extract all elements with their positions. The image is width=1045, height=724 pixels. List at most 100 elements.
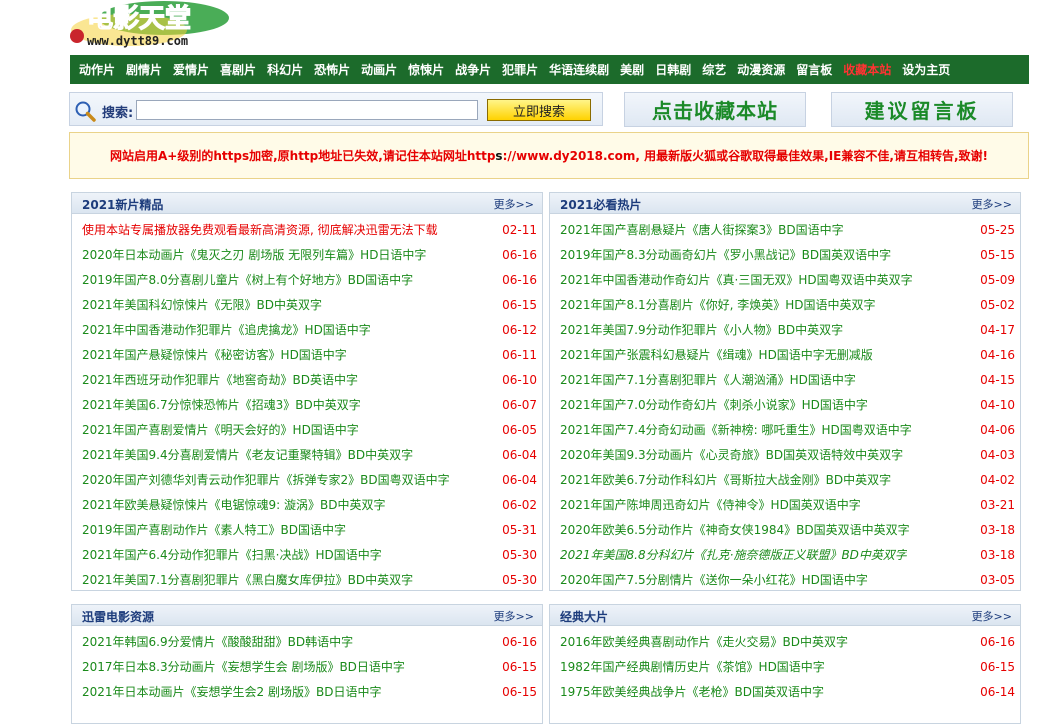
list-item: 2021年美国7.1分喜剧犯罪片《黑白魔女库伊拉》BD中英双字 05-30 xyxy=(72,567,542,592)
nav-action[interactable]: 动作片 xyxy=(79,61,115,78)
movie-title-link[interactable]: 2021年中国香港动作犯罪片《追虎擒龙》HD国语中字 xyxy=(82,321,371,338)
list-item: 2021年美国7.9分动作犯罪片《小人物》BD中英双字 04-17 xyxy=(550,317,1020,342)
movie-title-link[interactable]: 2021年美国8.8分科幻片《扎克·施奈德版正义联盟》BD中英双字 xyxy=(560,546,907,563)
list-item: 1975年欧美经典战争片《老枪》BD国英双语中字 06-14 xyxy=(550,679,1020,704)
movie-title-link[interactable]: 2019年国产喜剧动作片《素人特工》BD国语中字 xyxy=(82,521,346,538)
movie-title-link[interactable]: 2021年国产张震科幻悬疑片《缉魂》HD国语中字无删减版 xyxy=(560,346,873,363)
bookmark-button[interactable]: 点击收藏本站 xyxy=(624,92,806,127)
list-item: 2021年西班牙动作犯罪片《地窖奇劫》BD英语中字 06-10 xyxy=(72,367,542,392)
movie-list: 2021年国产喜剧悬疑片《唐人街探案3》BD国语中字 05-25 2019年国产8.… xyxy=(550,214,1020,592)
nav-war[interactable]: 战争片 xyxy=(455,61,491,78)
site-logo[interactable]: 电影天堂 www.dytt89.com xyxy=(69,0,229,50)
nav-us-series[interactable]: 美剧 xyxy=(620,61,644,78)
search-input[interactable] xyxy=(136,100,478,120)
movie-date: 05-30 xyxy=(502,572,537,587)
nav-drama[interactable]: 剧情片 xyxy=(126,61,162,78)
movie-title-link[interactable]: 2021年欧美悬疑惊悚片《电锯惊魂9: 漩涡》BD中英双字 xyxy=(82,496,386,513)
nav-guestbook[interactable]: 留言板 xyxy=(796,61,832,78)
movie-title-link[interactable]: 2020年日本动画片《鬼灭之刃 剧场版 无限列车篇》HD日语中字 xyxy=(82,246,426,263)
movie-title-link[interactable]: 2019年国产8.3分动画奇幻片《罗小黑战记》BD国英双语中字 xyxy=(560,246,891,263)
movie-title-link[interactable]: 2021年国产7.1分喜剧犯罪片《人潮汹涌》HD国语中字 xyxy=(560,371,856,388)
movie-title-link[interactable]: 2021年美国9.4分喜剧爱情片《老友记重聚特辑》BD中英双字 xyxy=(82,446,413,463)
movie-list: 2021年韩国6.9分爱情片《酸酸甜甜》BD韩语中字 06-16 2017年日本8.… xyxy=(72,626,542,704)
list-item: 2021年国产7.4分奇幻动画《新神榜: 哪吒重生》HD国粤双语中字 04-06 xyxy=(550,417,1020,442)
movie-title-link[interactable]: 2021年西班牙动作犯罪片《地窖奇劫》BD英语中字 xyxy=(82,371,358,388)
movie-title-link[interactable]: 2021年美国7.1分喜剧犯罪片《黑白魔女库伊拉》BD中英双字 xyxy=(82,571,413,588)
list-item: 2021年国产喜剧悬疑片《唐人街探案3》BD国语中字 05-25 xyxy=(550,217,1020,242)
movie-title-link[interactable]: 2021年中国香港动作奇幻片《真·三国无双》HD国粤双语中英双字 xyxy=(560,271,913,288)
movie-title-link[interactable]: 2021年国产陈坤周迅奇幻片《侍神令》HD国英双语中字 xyxy=(560,496,861,513)
search-button[interactable]: 立即搜索 xyxy=(487,99,591,121)
list-item: 2021年欧美悬疑惊悚片《电锯惊魂9: 漩涡》BD中英双字 06-02 xyxy=(72,492,542,517)
movie-title-link[interactable]: 2021年欧美6.7分动作科幻片《哥斯拉大战金刚》BD中英双字 xyxy=(560,471,891,488)
movie-date: 06-04 xyxy=(502,472,537,487)
guestbook-button[interactable]: 建议留言板 xyxy=(831,92,1013,127)
movie-title-link[interactable]: 1975年欧美经典战争片《老枪》BD国英双语中字 xyxy=(560,683,824,700)
main-nav: 动作片 剧情片 爱情片 喜剧片 科幻片 恐怖片 动画片 惊悚片 战争片 犯罪片 … xyxy=(70,55,1029,84)
list-item: 2021年国产6.4分动作犯罪片《扫黑·决战》HD国语中字 05-30 xyxy=(72,542,542,567)
movie-date: 06-04 xyxy=(502,447,537,462)
movie-title-link[interactable]: 2020年国产7.5分剧情片《送你一朵小红花》HD国语中字 xyxy=(560,571,868,588)
movie-title-link[interactable]: 2016年欧美经典喜剧动作片《走火交易》BD中英双字 xyxy=(560,633,848,650)
list-item: 2021年国产7.0分动作奇幻片《刺杀小说家》HD国语中字 04-10 xyxy=(550,392,1020,417)
more-link[interactable]: 更多>> xyxy=(972,608,1012,624)
list-item: 2020年日本动画片《鬼灭之刃 剧场版 无限列车篇》HD日语中字 06-16 xyxy=(72,242,542,267)
nav-comedy[interactable]: 喜剧片 xyxy=(220,61,256,78)
movie-date: 06-15 xyxy=(980,659,1015,674)
movie-title-link[interactable]: 2021年国产7.0分动作奇幻片《刺杀小说家》HD国语中字 xyxy=(560,396,868,413)
movie-date: 04-17 xyxy=(980,322,1015,337)
more-link[interactable]: 更多>> xyxy=(972,196,1012,212)
search-icon xyxy=(74,100,96,122)
movie-title-link[interactable]: 2021年美国7.9分动作犯罪片《小人物》BD中英双字 xyxy=(560,321,843,338)
movie-title-link[interactable]: 2021年韩国6.9分爱情片《酸酸甜甜》BD韩语中字 xyxy=(82,633,353,650)
nav-anime[interactable]: 动漫资源 xyxy=(737,61,785,78)
nav-animation[interactable]: 动画片 xyxy=(361,61,397,78)
movie-date: 06-11 xyxy=(502,347,537,362)
movie-title-link[interactable]: 2021年国产8.1分喜剧片《你好, 李焕英》HD国语中英双字 xyxy=(560,296,876,313)
list-item: 2021年国产悬疑惊悚片《秘密访客》HD国语中字 06-11 xyxy=(72,342,542,367)
movie-title-link[interactable]: 2019年国产8.0分喜剧儿童片《树上有个好地方》BD国语中字 xyxy=(82,271,413,288)
movie-date: 06-15 xyxy=(502,659,537,674)
nav-bookmark[interactable]: 收藏本站 xyxy=(843,61,891,78)
nav-scifi[interactable]: 科幻片 xyxy=(267,61,303,78)
nav-romance[interactable]: 爱情片 xyxy=(173,61,209,78)
movie-title-link[interactable]: 2021年国产喜剧悬疑片《唐人街探案3》BD国语中字 xyxy=(560,221,844,238)
movie-date: 03-05 xyxy=(980,572,1015,587)
movie-date: 04-03 xyxy=(980,447,1015,462)
more-link[interactable]: 更多>> xyxy=(494,196,534,212)
panel-classic-movies: 经典大片 更多>> 2016年欧美经典喜剧动作片《走火交易》BD中英双字 06-1… xyxy=(549,604,1021,724)
nav-horror[interactable]: 恐怖片 xyxy=(314,61,350,78)
movie-date: 04-10 xyxy=(980,397,1015,412)
movie-title-link[interactable]: 2021年国产悬疑惊悚片《秘密访客》HD国语中字 xyxy=(82,346,347,363)
nav-set-homepage[interactable]: 设为主页 xyxy=(902,61,950,78)
movie-date: 03-21 xyxy=(980,497,1015,512)
movie-title-link[interactable]: 2021年美国科幻惊悚片《无限》BD中英双字 xyxy=(82,296,322,313)
movie-title-link[interactable]: 使用本站专属播放器免费观看最新高清资源, 彻底解决迅雷无法下载 xyxy=(82,221,438,238)
list-item: 2021年美国科幻惊悚片《无限》BD中英双字 06-15 xyxy=(72,292,542,317)
nav-thriller[interactable]: 惊悚片 xyxy=(408,61,444,78)
movie-title-link[interactable]: 2021年国产6.4分动作犯罪片《扫黑·决战》HD国语中字 xyxy=(82,546,382,563)
movie-title-link[interactable]: 2020年国产刘德华刘青云动作犯罪片《拆弹专家2》BD国粤双语中字 xyxy=(82,471,450,488)
movie-title-link[interactable]: 2020年美国9.3分动画片《心灵奇旅》BD国英双语特效中英双字 xyxy=(560,446,903,463)
nav-jp-kr-series[interactable]: 日韩剧 xyxy=(655,61,691,78)
more-link[interactable]: 更多>> xyxy=(494,608,534,624)
movie-title-link[interactable]: 1982年国产经典剧情历史片《茶馆》HD国语中字 xyxy=(560,658,825,675)
movie-title-link[interactable]: 2020年欧美6.5分动作片《神奇女侠1984》BD国英双语中英双字 xyxy=(560,521,910,538)
notice-text-3: ://www.dy2018.com, 用最新版火狐或谷歌取得最佳效果,IE兼容不… xyxy=(502,149,988,163)
nav-crime[interactable]: 犯罪片 xyxy=(502,61,538,78)
list-item: 2021年欧美6.7分动作科幻片《哥斯拉大战金刚》BD中英双字 04-02 xyxy=(550,467,1020,492)
movie-title-link[interactable]: 2021年日本动画片《妄想学生会2 剧场版》BD日语中字 xyxy=(82,683,381,700)
list-item: 2021年韩国6.9分爱情片《酸酸甜甜》BD韩语中字 06-16 xyxy=(72,629,542,654)
movie-title-link[interactable]: 2021年美国6.7分惊悚恐怖片《招魂3》BD中英双字 xyxy=(82,396,361,413)
nav-variety[interactable]: 综艺 xyxy=(702,61,726,78)
list-item: 2020年国产刘德华刘青云动作犯罪片《拆弹专家2》BD国粤双语中字 06-04 xyxy=(72,467,542,492)
movie-title-link[interactable]: 2021年国产7.4分奇幻动画《新神榜: 哪吒重生》HD国粤双语中字 xyxy=(560,421,912,438)
list-item: 2019年国产喜剧动作片《素人特工》BD国语中字 05-31 xyxy=(72,517,542,542)
movie-date: 06-14 xyxy=(980,684,1015,699)
panel-header: 经典大片 更多>> xyxy=(550,605,1020,626)
movie-title-link[interactable]: 2021年国产喜剧爱情片《明天会好的》HD国语中字 xyxy=(82,421,359,438)
list-item: 使用本站专属播放器免费观看最新高清资源, 彻底解决迅雷无法下载 02-11 xyxy=(72,217,542,242)
movie-title-link[interactable]: 2017年日本8.3分动画片《妄想学生会 剧场版》BD日语中字 xyxy=(82,658,405,675)
nav-chinese-series[interactable]: 华语连续剧 xyxy=(549,61,609,78)
movie-date: 06-10 xyxy=(502,372,537,387)
